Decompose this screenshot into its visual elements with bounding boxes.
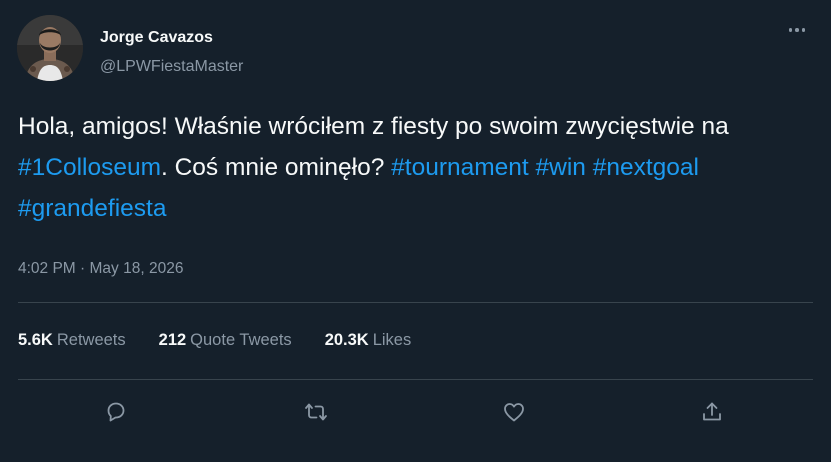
quote-tweets-count: 212 bbox=[158, 331, 187, 349]
likes-label: Likes bbox=[372, 331, 412, 349]
avatar[interactable] bbox=[17, 15, 83, 81]
share-icon bbox=[703, 402, 721, 421]
share-button[interactable] bbox=[694, 394, 730, 430]
hashtag-link[interactable]: #nextgoal bbox=[593, 154, 699, 181]
timestamp-separator: · bbox=[75, 260, 90, 277]
retweets-label: Retweets bbox=[56, 331, 126, 349]
retweets-stat[interactable]: 5.6K Retweets bbox=[18, 331, 126, 350]
author-display-name[interactable]: Jorge Cavazos bbox=[100, 29, 213, 47]
divider bbox=[18, 302, 813, 303]
quote-tweets-label: Quote Tweets bbox=[190, 331, 292, 349]
quote-tweets-stat[interactable]: 212 Quote Tweets bbox=[159, 331, 292, 350]
reply-button[interactable] bbox=[98, 394, 134, 430]
tweet-date-link[interactable]: May 18, 2026 bbox=[90, 260, 184, 277]
reply-icon bbox=[107, 402, 125, 422]
heart-icon bbox=[504, 403, 524, 422]
likes-stat[interactable]: 20.3K Likes bbox=[325, 331, 412, 350]
tweet-text-segment: Hola, amigos! Właśnie wróciłem z fiesty … bbox=[18, 113, 729, 140]
hashtag-link[interactable]: #tournament bbox=[391, 154, 529, 181]
divider bbox=[18, 379, 813, 380]
more-icon-dot bbox=[795, 28, 799, 32]
user-avatar-icon bbox=[17, 15, 83, 81]
like-button[interactable] bbox=[496, 394, 532, 430]
more-options-button[interactable] bbox=[783, 20, 811, 40]
hashtag-link[interactable]: #1Colloseum bbox=[18, 154, 161, 181]
retweet-icon bbox=[305, 403, 327, 421]
likes-count: 20.3K bbox=[324, 331, 369, 349]
tweet-card: Jorge Cavazos @LPWFiestaMaster Hola, ami… bbox=[0, 0, 831, 462]
more-icon-dot bbox=[801, 28, 806, 32]
hashtag-link[interactable]: #win bbox=[536, 154, 586, 181]
more-icon bbox=[788, 28, 793, 32]
tweet-text: Hola, amigos! Właśnie wróciłem z fiesty … bbox=[18, 106, 808, 229]
tweet-stats: 5.6K Retweets 212 Quote Tweets 20.3K Likes bbox=[18, 331, 411, 350]
tweet-actions bbox=[0, 394, 831, 430]
tweet-text-segment: . Coś mnie ominęło? bbox=[161, 154, 392, 181]
hashtag-link[interactable]: #grandefiesta bbox=[18, 195, 166, 222]
retweets-count: 5.6K bbox=[18, 331, 53, 349]
tweet-timestamp: 4:02 PM · May 18, 2026 bbox=[18, 260, 183, 278]
tweet-time-link[interactable]: 4:02 PM bbox=[18, 260, 76, 277]
retweet-button[interactable] bbox=[298, 394, 334, 430]
author-handle[interactable]: @LPWFiestaMaster bbox=[100, 58, 243, 76]
